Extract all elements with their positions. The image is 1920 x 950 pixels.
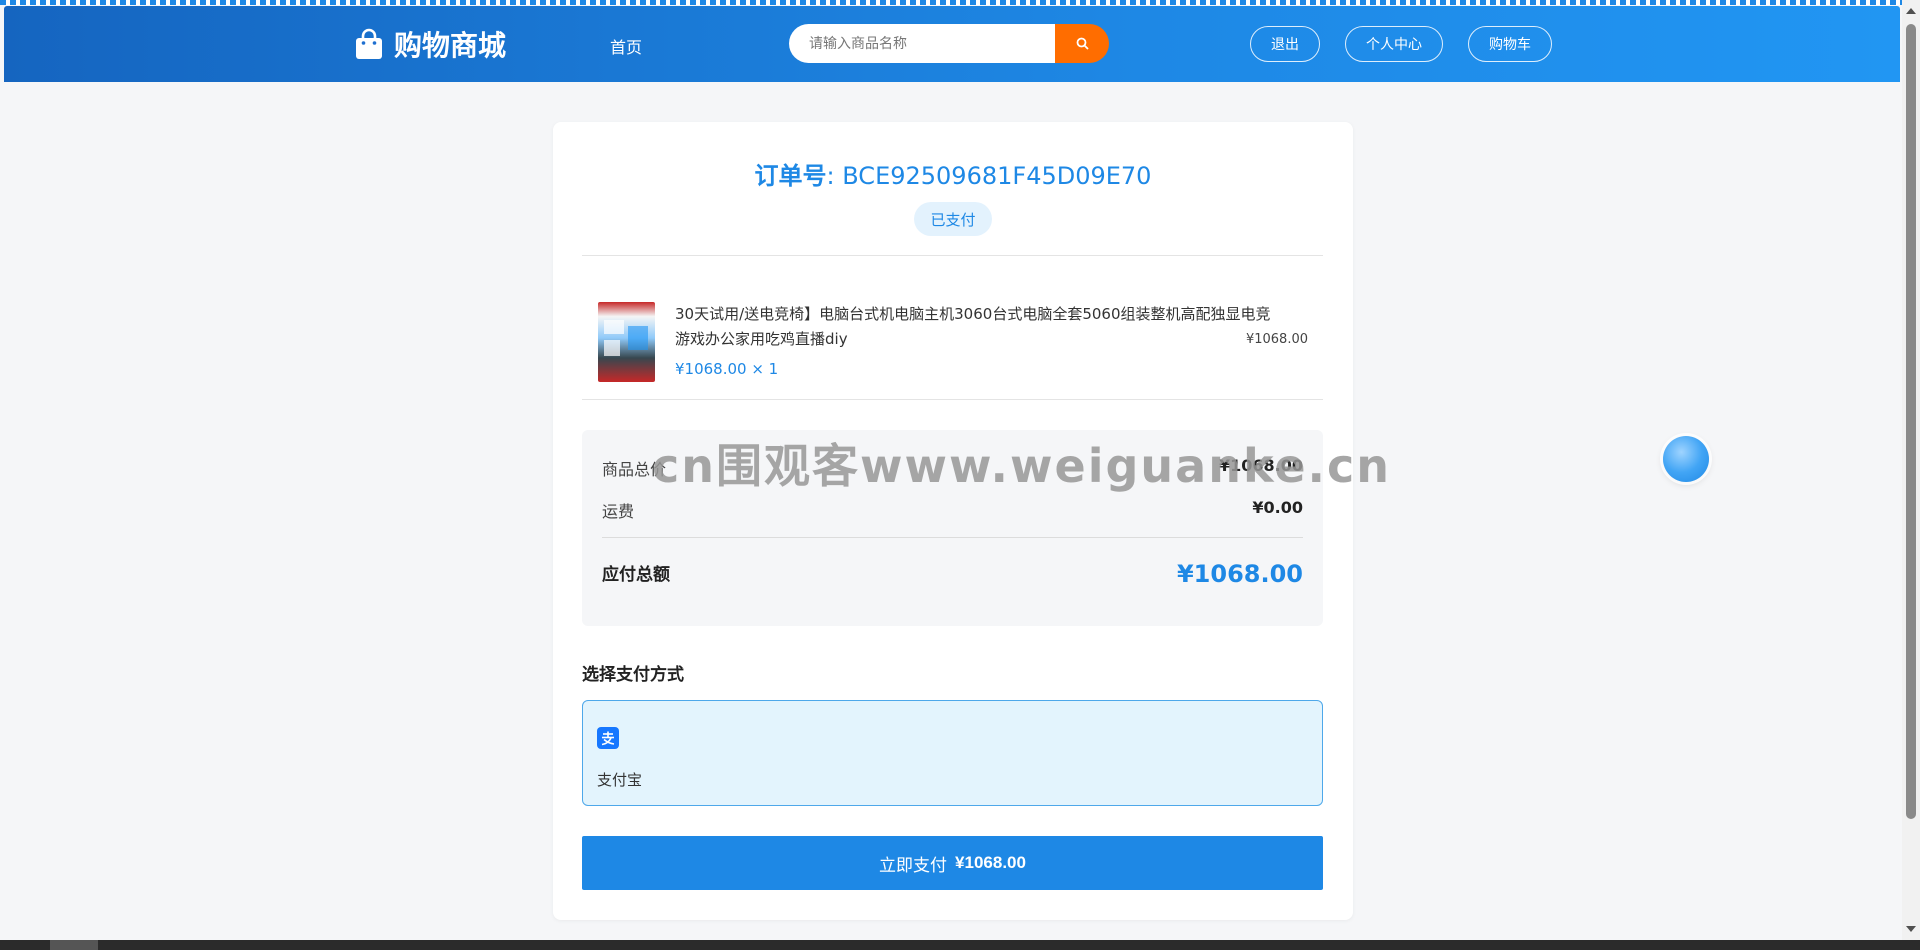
product-name[interactable]: 30天试用/送电竞椅】电脑台式机电脑主机3060台式电脑全套5060组装整机高配… [675, 302, 1275, 352]
search-bar [789, 24, 1109, 63]
shipping-value: ¥0.00 [1252, 498, 1303, 517]
payable-label: 应付总额 [602, 565, 670, 585]
cart-button[interactable]: 购物车 [1468, 26, 1552, 62]
pay-now-button[interactable]: 立即支付 ¥1068.00 [582, 836, 1323, 890]
floating-assistant-button[interactable] [1663, 436, 1709, 482]
pay-now-amount: ¥1068.00 [955, 853, 1026, 872]
site-header: 购物商城 首页 退出 个人中心 购物车 [4, 6, 1900, 82]
shopping-bag-icon [356, 28, 382, 59]
nav-home-link[interactable]: 首页 [610, 34, 642, 58]
status-badge: 已支付 [914, 202, 992, 236]
scroll-down-arrow-icon[interactable] [1906, 926, 1916, 932]
order-number-value: : BCE92509681F45D09E70 [826, 162, 1152, 190]
order-number-label: 订单号 [754, 162, 827, 190]
divider [582, 255, 1323, 256]
payable-row: 应付总额 ¥1068.00 [602, 560, 1303, 588]
payment-option-alipay[interactable]: 支付宝 [582, 700, 1323, 806]
taskbar [0, 940, 1920, 950]
shipping-row: 运费 ¥0.00 [602, 498, 1303, 522]
watermark-text: cn围观客www.weiguanke.cn [652, 439, 1392, 493]
taskbar-item[interactable] [50, 940, 98, 950]
order-number-heading: 订单号: BCE92509681F45D09E70 [553, 156, 1353, 191]
payment-method-label: 支付宝 [597, 771, 643, 789]
page-scrollbar[interactable] [1902, 0, 1920, 940]
shipping-label: 运费 [602, 502, 635, 521]
search-icon [1076, 37, 1089, 50]
top-selection-line [0, 0, 1920, 5]
search-input[interactable] [789, 24, 1055, 63]
product-subtotal: ¥1068.00 [1245, 332, 1308, 347]
scroll-thumb[interactable] [1906, 24, 1916, 819]
divider [582, 399, 1323, 400]
profile-button[interactable]: 个人中心 [1345, 26, 1443, 62]
scroll-up-arrow-icon[interactable] [1906, 8, 1916, 14]
payable-value: ¥1068.00 [1176, 560, 1303, 588]
search-button[interactable] [1055, 24, 1109, 63]
product-price-quantity: ¥1068.00 × 1 [675, 360, 779, 378]
alipay-icon [597, 727, 619, 749]
brand-name: 购物商城 [394, 29, 507, 62]
pay-now-label: 立即支付 [879, 855, 948, 875]
order-card: 订单号: BCE92509681F45D09E70 已支付 30天试用/送电竞椅… [553, 122, 1353, 920]
logout-button[interactable]: 退出 [1250, 26, 1320, 62]
summary-divider [602, 537, 1303, 538]
product-thumbnail[interactable] [598, 302, 655, 382]
brand-logo[interactable]: 购物商城 [354, 26, 506, 62]
payment-section-title: 选择支付方式 [582, 665, 684, 685]
